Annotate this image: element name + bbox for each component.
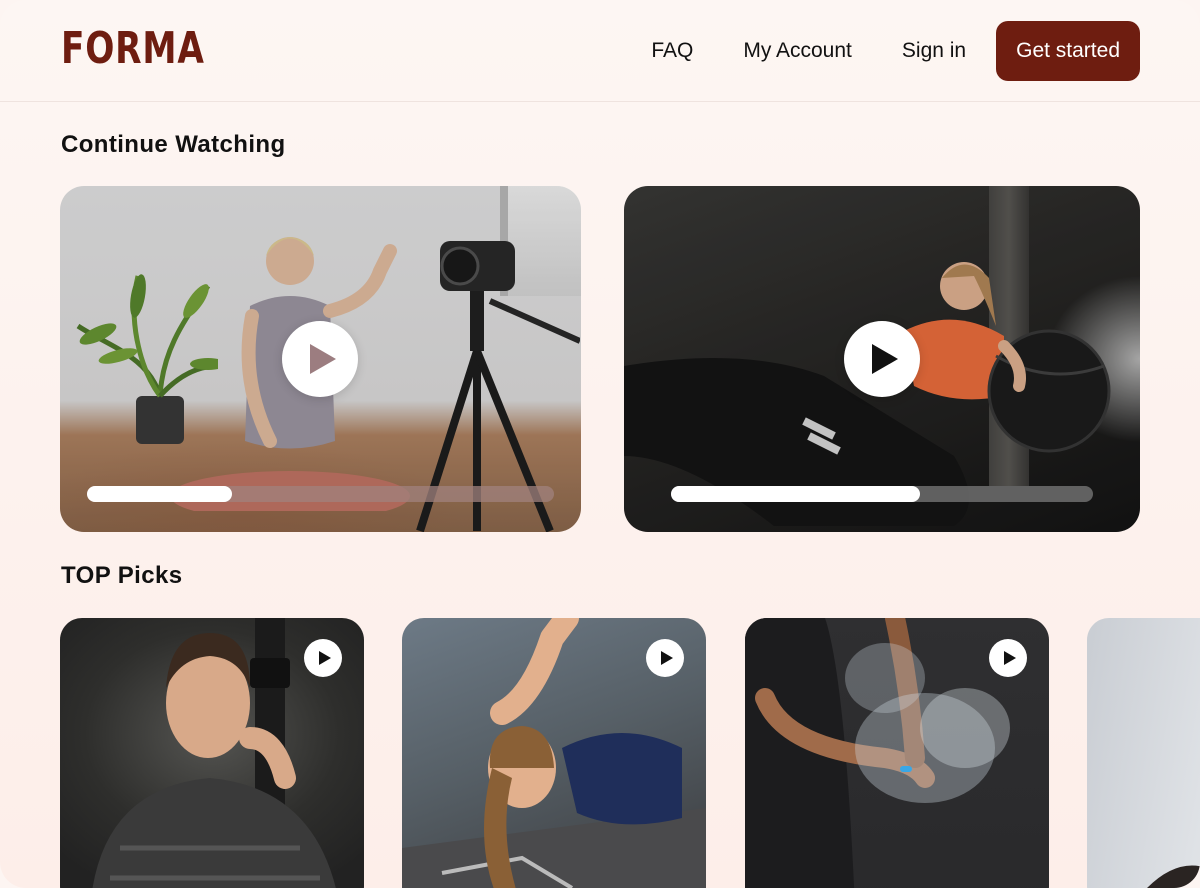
nav-faq-link[interactable]: FAQ (651, 39, 693, 63)
watch-progress-fill (671, 486, 920, 502)
watch-progress-fill (87, 486, 232, 502)
brand-logo[interactable]: FORMA (61, 24, 205, 74)
partial-thumbnail-illustration (1147, 865, 1200, 888)
play-icon[interactable] (646, 639, 684, 677)
play-icon[interactable] (989, 639, 1027, 677)
continue-watching-card[interactable] (60, 186, 581, 532)
nav-my-account-link[interactable]: My Account (743, 39, 852, 63)
top-pick-card[interactable] (745, 618, 1049, 888)
continue-watching-heading: Continue Watching (61, 131, 286, 158)
get-started-button[interactable]: Get started (996, 21, 1140, 81)
play-icon[interactable] (304, 639, 342, 677)
watch-progress-bar (671, 486, 1093, 502)
nav-sign-in-link[interactable]: Sign in (902, 39, 966, 63)
app-frame: FORMA FAQ My Account Sign in Get started… (0, 0, 1200, 888)
top-picks-heading: TOP Picks (61, 562, 183, 589)
top-pick-card[interactable] (1087, 618, 1200, 888)
top-pick-card[interactable] (402, 618, 706, 888)
play-icon[interactable] (844, 321, 920, 397)
top-header: FORMA FAQ My Account Sign in Get started (0, 0, 1200, 102)
watch-progress-bar (87, 486, 554, 502)
top-pick-card[interactable] (60, 618, 364, 888)
main-nav: FAQ My Account Sign in Get started (651, 21, 1140, 81)
continue-watching-card[interactable] (624, 186, 1140, 532)
play-icon[interactable] (282, 321, 358, 397)
